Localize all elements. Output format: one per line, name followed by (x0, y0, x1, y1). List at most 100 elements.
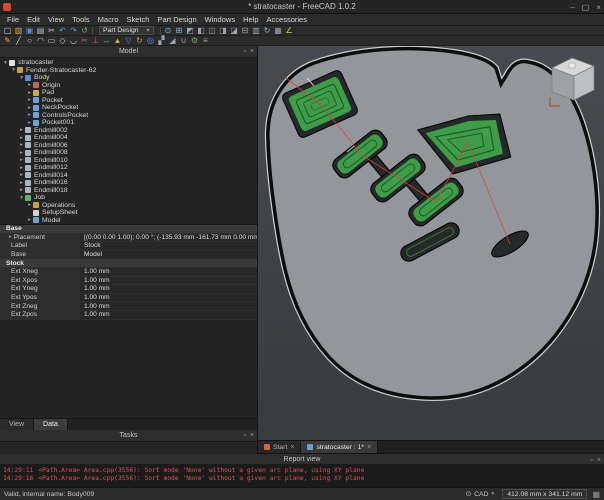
groove-icon[interactable]: ◎ (145, 36, 156, 46)
navigation-style-dropdown[interactable]: ⊙ CAD ▾ (462, 489, 497, 500)
menu-item[interactable]: Sketch (123, 14, 154, 26)
tree-expander-icon[interactable]: ▸ (26, 217, 33, 223)
fillet-icon[interactable]: ◡ (68, 36, 79, 46)
job-icon[interactable]: ⚙ (189, 36, 200, 46)
draw-style-icon[interactable]: ▦ (273, 26, 284, 36)
property-value[interactable]: 1.00 mm (80, 294, 257, 302)
tree-expander-icon[interactable]: ▸ (26, 97, 33, 103)
menu-item[interactable]: File (3, 14, 23, 26)
tree-item[interactable]: ▸ Operations (0, 202, 257, 210)
mdi-tab[interactable]: Start × (258, 441, 301, 453)
close-tab-icon[interactable]: × (367, 444, 371, 451)
tree-expander-icon[interactable]: ▸ (26, 105, 33, 111)
view-front-icon[interactable]: ◧ (196, 26, 207, 36)
menu-item[interactable]: Accessories (263, 14, 311, 26)
tree-expander-icon[interactable]: ▾ (10, 67, 17, 73)
tree-expander-icon[interactable]: ▸ (18, 135, 25, 141)
tree-expander-icon[interactable]: ▸ (18, 172, 25, 178)
postprocess-icon[interactable]: ≡ (200, 36, 211, 46)
float-panel-icon[interactable]: ▫ (243, 430, 245, 442)
tree-expander-icon[interactable]: ▸ (26, 90, 33, 96)
viewport-canvas[interactable] (258, 46, 604, 441)
property-value[interactable] (80, 259, 257, 267)
tree-expander-icon[interactable]: ▸ (18, 142, 25, 148)
tree-item[interactable]: ▸ Pocket001 (0, 119, 257, 127)
fit-selection-icon[interactable]: ⊞ (174, 26, 185, 36)
property-value[interactable]: Model (80, 251, 257, 259)
property-value[interactable]: 1.00 mm (80, 268, 257, 276)
close-button[interactable]: × (596, 3, 601, 12)
menu-item[interactable]: Macro (94, 14, 123, 26)
tree-item[interactable]: SetupSheet (0, 209, 257, 217)
close-panel-icon[interactable]: × (597, 455, 601, 466)
constraint-icon[interactable]: ⊥ (90, 36, 101, 46)
minimize-button[interactable]: – (570, 3, 574, 12)
tree-expander-icon[interactable]: ▾ (18, 195, 25, 201)
property-value[interactable]: [(0.00 0.00 1.00); 0.00 °; (-135.93 mm -… (80, 234, 257, 242)
mirror-icon[interactable]: ▞ (156, 36, 167, 46)
tree-item[interactable]: ▸ Endmill002 (0, 127, 257, 135)
maximize-button[interactable]: ▢ (582, 3, 590, 12)
tree-expander-icon[interactable]: ▸ (26, 120, 33, 126)
close-panel-icon[interactable]: × (250, 430, 254, 442)
tree-item[interactable]: ▾ Fender-Stratocaster-62 (0, 67, 257, 75)
view-left-icon[interactable]: ▥ (251, 26, 262, 36)
pad-icon[interactable]: ▲ (112, 36, 123, 46)
tree-expander-icon[interactable]: ▸ (26, 202, 33, 208)
property-value[interactable]: 1.00 mm (80, 285, 257, 293)
tree-expander-icon[interactable]: ▾ (2, 60, 9, 66)
tree-expander-icon[interactable]: ▸ (26, 82, 33, 88)
dimension-icon[interactable]: ↔ (101, 36, 112, 46)
menu-item[interactable]: Help (239, 14, 262, 26)
tree-item[interactable]: ▸ Endmill016 (0, 179, 257, 187)
rectangle-icon[interactable]: ▭ (46, 36, 57, 46)
undo-icon[interactable]: ↶ (57, 26, 68, 36)
chamfer-icon[interactable]: ◢ (167, 36, 178, 46)
view-top-icon[interactable]: ◫ (207, 26, 218, 36)
property-value[interactable]: 1.00 mm (80, 311, 257, 319)
rotate-view-icon[interactable]: ↻ (262, 26, 273, 36)
arc-icon[interactable]: ◠ (35, 36, 46, 46)
tree-expander-icon[interactable]: ▸ (18, 127, 25, 133)
tree-item[interactable]: ▸ Endmill006 (0, 142, 257, 150)
tree-item[interactable]: ▸ Pocket (0, 97, 257, 105)
menu-item[interactable]: Windows (201, 14, 239, 26)
tree-expander-icon[interactable]: ▸ (26, 112, 33, 118)
tree-expander-icon[interactable]: ▸ (18, 150, 25, 156)
tree-item[interactable]: ▸ Endmill008 (0, 149, 257, 157)
menu-item[interactable]: View (44, 14, 68, 26)
tree-item[interactable]: ▸ NeckPocket (0, 104, 257, 112)
tree-expander-icon[interactable]: ▾ (18, 75, 25, 81)
tree-item[interactable]: ▸ Endmill010 (0, 157, 257, 165)
workbench-selector[interactable]: Part Design ▾ (99, 26, 154, 35)
measure-icon[interactable]: ∠ (284, 26, 295, 36)
tree-expander-icon[interactable]: ▸ (18, 157, 25, 163)
tree-item[interactable]: ▾ stratocaster (0, 59, 257, 67)
view-bottom-icon[interactable]: ⊟ (240, 26, 251, 36)
tree-expander-icon[interactable]: ▸ (18, 165, 25, 171)
boolean-icon[interactable]: ∪ (178, 36, 189, 46)
grid-toggle-icon[interactable]: ▦ (592, 490, 600, 499)
trim-icon[interactable]: ✂ (79, 36, 90, 46)
sketch-icon[interactable]: ✎ (2, 36, 13, 46)
property-view-tab[interactable]: View (0, 419, 34, 430)
tree-item[interactable]: ▸ Endmill018 (0, 187, 257, 195)
redo-icon[interactable]: ↷ (68, 26, 79, 36)
tree-expander-icon[interactable]: ▸ (18, 180, 25, 186)
property-value[interactable]: Stock (80, 242, 257, 250)
tree-item[interactable]: ▸ Origin (0, 82, 257, 90)
tree-item[interactable]: ▾ Job (0, 194, 257, 202)
fit-all-icon[interactable]: ⊙ (163, 26, 174, 36)
close-tab-icon[interactable]: × (290, 444, 294, 451)
view-rear-icon[interactable]: ◪ (229, 26, 240, 36)
save-document-icon[interactable]: ▣ (24, 26, 35, 36)
new-document-icon[interactable]: ▢ (2, 26, 13, 36)
tree-item[interactable]: ▸ Pad (0, 89, 257, 97)
pocket-icon[interactable]: ▽ (123, 36, 134, 46)
view-right-icon[interactable]: ◨ (218, 26, 229, 36)
revolution-icon[interactable]: ↻ (134, 36, 145, 46)
line-icon[interactable]: ╱ (13, 36, 24, 46)
tree-item[interactable]: ▸ Endmill012 (0, 164, 257, 172)
float-panel-icon[interactable]: ▫ (590, 455, 592, 466)
float-panel-icon[interactable]: ▫ (243, 46, 245, 58)
